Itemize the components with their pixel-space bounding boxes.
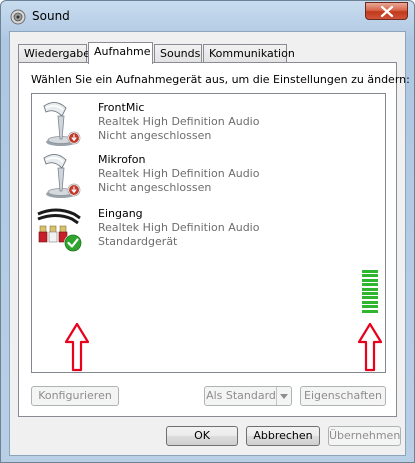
device-driver: Realtek High Definition Audio — [98, 115, 260, 128]
ok-button[interactable]: OK — [166, 426, 238, 446]
set-default-label: Als Standard — [206, 389, 276, 402]
list-item-eingang[interactable]: Eingang Realtek High Definition Audio St… — [32, 204, 385, 256]
close-button[interactable] — [365, 2, 408, 20]
microphone-disconnected-icon — [36, 152, 86, 200]
properties-button[interactable]: Eigenschaften — [300, 386, 386, 406]
recording-panel: Wählen Sie ein Aufnahmegerät aus, um die… — [18, 62, 410, 417]
tab-sounds[interactable]: Sounds — [154, 44, 202, 62]
level-segment — [362, 292, 378, 295]
set-default-split-button[interactable]: Als Standard — [204, 386, 292, 406]
line-in-cable-default-icon — [36, 206, 86, 254]
device-status: Nicht angeschlossen — [98, 181, 212, 194]
title-bar[interactable]: Sound — [1, 1, 414, 31]
level-segment — [362, 287, 378, 291]
level-segment — [362, 309, 378, 313]
level-segment — [362, 270, 378, 273]
input-level-meter — [362, 270, 378, 314]
configure-button[interactable]: Konfigurieren — [31, 386, 119, 406]
device-driver: Realtek High Definition Audio — [98, 167, 260, 180]
device-status: Nicht angeschlossen — [98, 129, 212, 142]
device-name: Eingang — [98, 207, 143, 220]
list-item-frontmic[interactable]: FrontMic Realtek High Definition Audio N… — [32, 98, 385, 150]
close-icon — [380, 6, 394, 17]
device-name: FrontMic — [98, 101, 145, 114]
window-title: Sound — [32, 9, 70, 23]
level-segment — [362, 305, 378, 309]
tab-kommunikation[interactable]: Kommunikation — [203, 44, 295, 62]
microphone-disconnected-icon — [36, 100, 86, 148]
tab-aufnahme[interactable]: Aufnahme — [88, 42, 153, 64]
device-list[interactable]: FrontMic Realtek High Definition Audio N… — [31, 93, 386, 373]
level-segment — [362, 296, 378, 300]
annotation-arrow-up-right — [357, 322, 383, 372]
tab-wiedergabe[interactable]: Wiedergabe — [18, 44, 90, 62]
chevron-down-icon — [280, 394, 288, 399]
annotation-arrow-up-left — [64, 322, 90, 372]
device-name: Mikrofon — [98, 153, 146, 166]
level-segment — [362, 300, 378, 304]
level-segment — [362, 274, 378, 278]
sound-dialog: Sound Wiedergabe Aufnahme Sounds Kommuni… — [0, 0, 415, 463]
set-default-dropdown[interactable] — [276, 387, 291, 405]
dialog-client-area: Wiedergabe Aufnahme Sounds Kommunikation… — [9, 31, 410, 456]
instruction-text: Wählen Sie ein Aufnahmegerät aus, um die… — [31, 73, 410, 86]
device-driver: Realtek High Definition Audio — [98, 221, 260, 234]
cancel-button[interactable]: Abbrechen — [246, 426, 320, 446]
speaker-icon — [10, 9, 26, 25]
device-status: Standardgerät — [98, 235, 178, 248]
apply-button[interactable]: Übernehmen — [328, 426, 401, 446]
list-item-mikrofon[interactable]: Mikrofon Realtek High Definition Audio N… — [32, 150, 385, 202]
level-segment — [362, 283, 378, 287]
level-segment — [362, 278, 378, 282]
